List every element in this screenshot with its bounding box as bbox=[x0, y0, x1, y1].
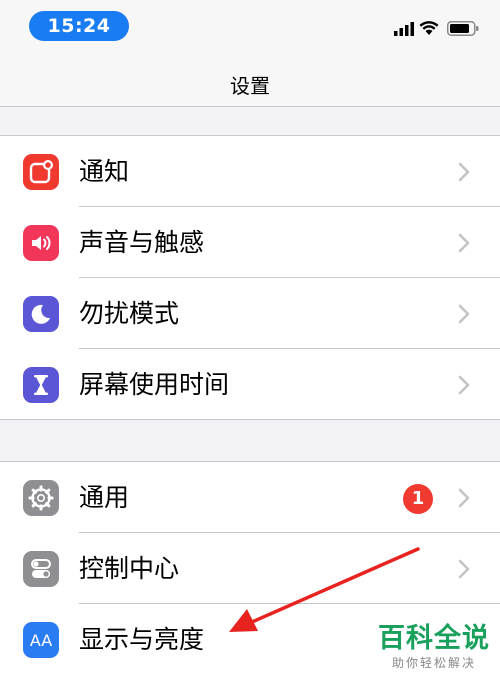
battery-icon bbox=[447, 21, 479, 36]
cellular-signal-icon bbox=[394, 22, 414, 36]
speaker-icon bbox=[23, 225, 59, 261]
status-bar: 15:24 bbox=[0, 0, 500, 56]
notification-badge: 1 bbox=[403, 484, 433, 514]
status-time[interactable]: 15:24 bbox=[29, 11, 129, 41]
settings-row-notifications[interactable]: 通知 bbox=[0, 136, 500, 207]
gear-icon bbox=[23, 480, 59, 516]
settings-row-label: 屏幕使用时间 bbox=[79, 370, 230, 399]
notifications-icon bbox=[23, 154, 59, 190]
navigation-bar: 设置 bbox=[0, 56, 500, 107]
chevron-right-icon bbox=[458, 233, 470, 253]
settings-row-screen-time[interactable]: 屏幕使用时间 bbox=[0, 349, 500, 420]
text-size-icon: AA bbox=[23, 622, 59, 658]
settings-row-sounds[interactable]: 声音与触感 bbox=[0, 207, 500, 278]
chevron-right-icon bbox=[458, 162, 470, 182]
settings-row-do-not-disturb[interactable]: 勿扰模式 bbox=[0, 278, 500, 349]
toggles-icon bbox=[23, 551, 59, 587]
settings-row-control-center[interactable]: 控制中心 bbox=[0, 533, 500, 604]
text-size-icon-glyph: AA bbox=[29, 630, 53, 650]
watermark-title: 百科全说 bbox=[378, 623, 490, 654]
settings-row-label: 勿扰模式 bbox=[79, 299, 180, 328]
settings-row-label: 通用 bbox=[79, 483, 130, 512]
watermark-subtitle: 助你轻松解决 bbox=[391, 656, 476, 670]
settings-row-label: 通知 bbox=[79, 157, 130, 186]
settings-row-label: 声音与触感 bbox=[79, 228, 205, 257]
settings-row-label: 显示与亮度 bbox=[79, 625, 205, 654]
hourglass-icon bbox=[23, 367, 59, 403]
chevron-right-icon bbox=[458, 304, 470, 324]
settings-row-general[interactable]: 通用 1 bbox=[0, 462, 500, 533]
wifi-icon bbox=[419, 21, 439, 35]
watermark: 百科全说 助你轻松解决 bbox=[374, 623, 494, 671]
page-title: 设置 bbox=[230, 74, 270, 98]
chevron-right-icon bbox=[458, 559, 470, 579]
settings-group-1: 通知 声音与触感 勿扰模式 屏幕使用时间 bbox=[0, 135, 500, 420]
moon-icon bbox=[23, 296, 59, 332]
chevron-right-icon bbox=[458, 488, 470, 508]
settings-row-label: 控制中心 bbox=[79, 554, 180, 583]
chevron-right-icon bbox=[458, 375, 470, 395]
